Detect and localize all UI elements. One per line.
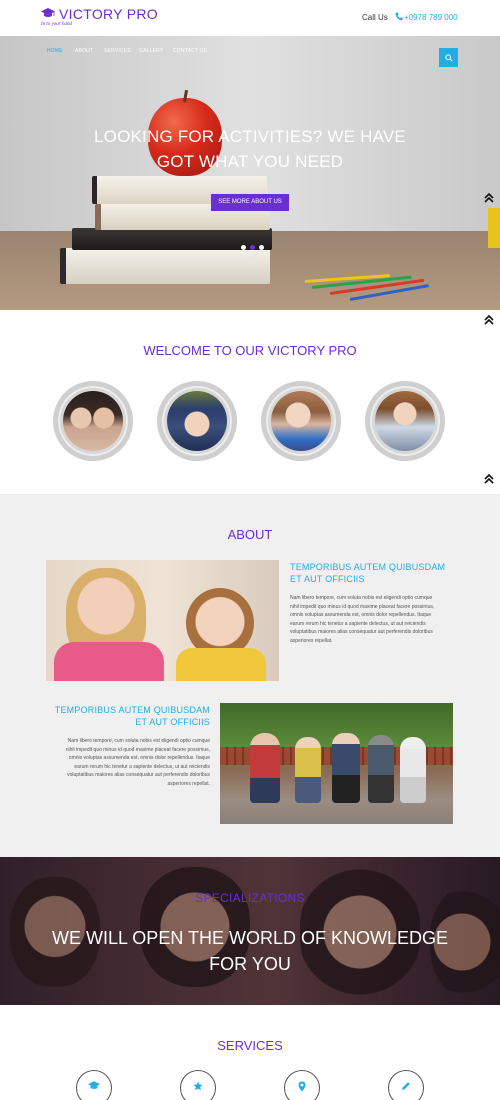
about-text-2: Nam libero tempore, cum soluta nobis est…: [45, 737, 210, 788]
specializations-subtitle: SPECIALIZATIONS: [195, 891, 305, 905]
about-text-1-line: earum rerum hic tenetur a sapiente delec…: [290, 620, 426, 627]
about-heading-1-line-2: ET AUT OFFICIIS: [290, 574, 365, 584]
about-text-1-line: omnis voluptas assumenda est, omnis dolo…: [290, 612, 432, 618]
pencil-icon: [402, 1082, 410, 1090]
about-text-1: Nam libero tempore, cum soluta nobis est…: [290, 594, 455, 645]
about-photo-kids: [46, 560, 279, 681]
phone-icon: [395, 12, 403, 21]
graduation-cap-icon: [88, 1081, 100, 1089]
scroll-up-icon[interactable]: [484, 474, 494, 484]
site-header: VICTORY PRO In to your hand Call Us +097…: [0, 0, 500, 36]
nav-services[interactable]: SERVICES: [104, 48, 131, 54]
about-heading-2: TEMPORIBUS AUTEM QUIBUSDAM ET AUT OFFICI…: [45, 704, 210, 728]
call-label: Call Us: [362, 13, 388, 22]
services-title: SERVICES: [217, 1038, 283, 1053]
hero-headline: LOOKING FOR ACTIVITIES? WE HAVE GOT WHAT…: [0, 124, 500, 174]
avatar-photo-1[interactable]: [53, 381, 133, 461]
scroll-up-icon[interactable]: [484, 315, 494, 325]
see-more-button[interactable]: SEE MORE ABOUT US: [211, 194, 289, 211]
about-text-1-line: asperiores repellat.: [290, 637, 333, 644]
map-marker-icon: [298, 1081, 306, 1092]
graduation-cap-icon: [41, 8, 55, 17]
hero-book: [60, 248, 270, 284]
about-text-1-line: nihil impedit quo minus id quod maxime p…: [290, 603, 435, 610]
phone-number[interactable]: +0978 789 000: [404, 13, 458, 22]
specializations-headline-line-2: FOR YOU: [209, 954, 291, 974]
about-text-1-line: voluptatibus maiores alias consequatur a…: [290, 629, 433, 635]
search-icon: [444, 53, 453, 62]
avatar-photo-4[interactable]: [365, 381, 445, 461]
slider-dot-2[interactable]: [250, 245, 255, 250]
hero-headline-line-2: GOT WHAT YOU NEED: [156, 152, 344, 171]
service-item-3[interactable]: [284, 1070, 320, 1100]
about-text-2-line: nihil impedit quo minus id quod maxime p…: [65, 746, 210, 753]
search-button[interactable]: [439, 48, 458, 67]
nav-gallery[interactable]: GALLERY: [139, 48, 163, 54]
about-text-2-line: asperiores repellat.: [167, 780, 210, 787]
slider-dot-1[interactable]: [241, 245, 246, 250]
about-heading-2-line-1: TEMPORIBUS AUTEM QUIBUSDAM: [54, 705, 210, 715]
welcome-title: WELCOME TO OUR VICTORY PRO: [143, 343, 357, 358]
about-text-1-line: Nam libero tempore, cum soluta nobis est…: [290, 595, 433, 601]
scroll-up-icon[interactable]: [484, 193, 494, 203]
about-heading-1: TEMPORIBUS AUTEM QUIBUSDAM ET AUT OFFICI…: [290, 561, 460, 585]
nav-about[interactable]: ABOUT: [75, 48, 93, 54]
about-heading-1-line-1: TEMPORIBUS AUTEM QUIBUSDAM: [290, 562, 446, 572]
about-text-2-line: omnis voluptas assumenda est, omnis dolo…: [68, 755, 210, 761]
avatar-photo-2[interactable]: [157, 381, 237, 461]
nav-home[interactable]: HOME: [47, 48, 63, 54]
nav-contact[interactable]: CONTACT US: [173, 48, 207, 54]
about-heading-2-line-2: ET AUT OFFICIIS: [135, 717, 210, 727]
hero-slider: HOME ABOUT SERVICES GALLERY CONTACT US L…: [0, 36, 500, 310]
slider-dot-3[interactable]: [259, 245, 264, 250]
hero-headline-line-1: LOOKING FOR ACTIVITIES? WE HAVE: [94, 127, 406, 146]
service-item-4[interactable]: [388, 1070, 424, 1100]
specializations-headline: WE WILL OPEN THE WORLD OF KNOWLEDGE FOR …: [0, 925, 500, 977]
about-photo-children-group: [220, 703, 453, 824]
avatar-photo-3[interactable]: [261, 381, 341, 461]
about-text-2-line: Nam libero tempore, cum soluta nobis est…: [67, 738, 210, 744]
about-title: ABOUT: [227, 527, 273, 542]
specializations-banner: SPECIALIZATIONS WE WILL OPEN THE WORLD O…: [0, 857, 500, 1005]
service-item-1[interactable]: [76, 1070, 112, 1100]
specializations-headline-line-1: WE WILL OPEN THE WORLD OF KNOWLEDGE: [51, 928, 449, 948]
site-logo[interactable]: VICTORY PRO: [59, 6, 158, 22]
about-text-2-line: voluptatibus maiores alias consequatur a…: [67, 772, 210, 778]
about-text-2-line: earum rerum hic tenetur a sapiente delec…: [74, 763, 210, 770]
star-icon: [193, 1081, 203, 1091]
hero-object: [488, 208, 500, 248]
service-item-2[interactable]: [180, 1070, 216, 1100]
site-tagline: In to your hand: [41, 22, 72, 27]
